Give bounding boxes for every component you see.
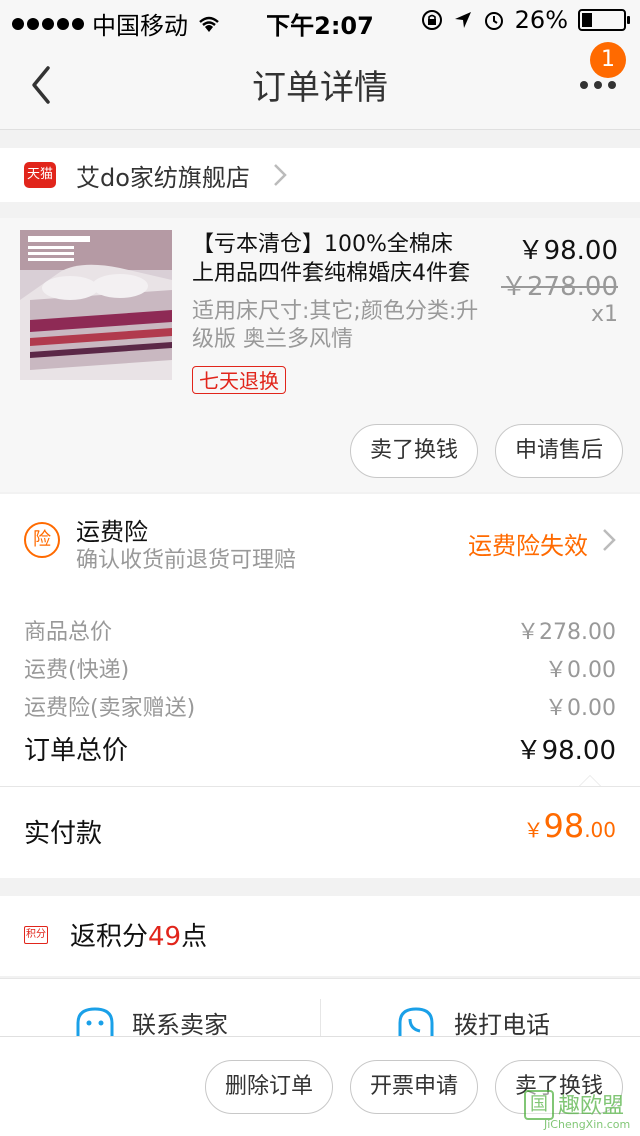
location-icon (454, 12, 471, 28)
points-row: 积分 返积分49点 (0, 896, 640, 976)
summary-label: 运费险(卖家赠送) (24, 696, 196, 721)
watermark-logo-icon: 国 (524, 1090, 554, 1120)
paid-integer: 98 (543, 807, 585, 845)
aftersale-button[interactable]: 申请售后 (495, 424, 623, 478)
insurance-subtitle: 确认收货前退货可理赔 (76, 548, 297, 573)
contact-row: 联系卖家 拨打电话 (0, 978, 640, 1059)
summary-label: 商品总价 (24, 620, 113, 645)
paid-label: 实付款 (24, 819, 103, 849)
battery-percent: 26% (514, 6, 568, 34)
product-title-line2: 上用品四件套纯棉婚庆4件套 (192, 261, 470, 286)
product-title[interactable]: 【亏本清仓】100%全棉床 上用品四件套纯棉婚庆4件套 (192, 230, 492, 288)
orientation-lock-icon (421, 10, 442, 30)
price-summary: 商品总价 ￥278.00 运费(快递) ￥0.00 运费险(卖家赠送) ￥0.0… (0, 590, 640, 787)
status-bar: 中国移动 下午2:07 26% (0, 0, 640, 40)
phone-icon (398, 1007, 434, 1037)
insurance-status: 运费险失效 (468, 532, 588, 560)
insurance-icon: 险 (24, 522, 60, 558)
invoice-request-button[interactable]: 开票申请 (350, 1060, 478, 1114)
points-prefix: 返积分 (70, 922, 149, 952)
product-thumbnail[interactable] (20, 230, 172, 380)
order-total-label: 订单总价 (24, 736, 129, 766)
paid-decimal: .00 (584, 818, 616, 842)
chevron-right-icon (274, 164, 287, 186)
bedding-image-icon (20, 230, 172, 380)
summary-row-shipping: 运费(快递) ￥0.00 (24, 652, 616, 684)
summary-value: ￥0.00 (545, 658, 616, 683)
shipping-insurance-row[interactable]: 险 运费险 确认收货前退货可理赔 运费险失效 (0, 494, 640, 590)
sell-button[interactable]: 卖了换钱 (350, 424, 478, 478)
summary-label: 运费(快递) (24, 658, 130, 683)
product-price: ￥98.00 (517, 236, 618, 266)
paid-amount: ￥98.00 (523, 807, 616, 845)
chevron-right-icon (603, 529, 616, 551)
points-text: 返积分49点 (70, 916, 207, 953)
delete-order-button[interactable]: 删除订单 (205, 1060, 333, 1114)
alarm-icon (484, 12, 503, 30)
points-number: 49 (148, 922, 182, 952)
product-spec: 适用床尺寸:其它;颜色分类:升级版 奥兰多风情 (192, 299, 479, 352)
chat-bubble-icon (76, 1007, 114, 1037)
points-suffix: 点 (181, 922, 208, 952)
product-title-line1: 【亏本清仓】100%全棉床 (192, 232, 453, 257)
navigation-bar: 订单详情 1 (0, 40, 640, 130)
paid-row: 实付款 ￥98.00 (0, 786, 640, 878)
shop-row[interactable]: 天猫 艾do家纺旗舰店 (0, 148, 640, 202)
notification-badge: 1 (590, 42, 626, 78)
call-label: 拨打电话 (454, 1011, 550, 1039)
order-total-value: ￥98.00 (515, 736, 616, 766)
call-button[interactable]: 拨打电话 (320, 979, 640, 1039)
summary-row-total: 订单总价 ￥98.00 (24, 730, 616, 767)
watermark: 国 趣欧盟 JiChengXin.com (524, 1088, 634, 1132)
quantity: x1 (590, 302, 618, 327)
original-price: ￥278.00 (501, 272, 618, 302)
contact-seller-button[interactable]: 联系卖家 (0, 979, 320, 1039)
shop-name: 艾do家纺旗舰店 (76, 164, 250, 192)
tmall-logo-icon: 天猫 (24, 162, 56, 188)
summary-row-goods: 商品总价 ￥278.00 (24, 614, 616, 646)
summary-row-insurance: 运费险(卖家赠送) ￥0.00 (24, 690, 616, 722)
bottom-action-bar: 删除订单 开票申请 卖了换钱 国 趣欧盟 JiChengXin.com (0, 1036, 640, 1136)
order-item[interactable]: 【亏本清仓】100%全棉床 上用品四件套纯棉婚庆4件套 ￥98.00 ￥278.… (0, 218, 640, 492)
paid-currency: ￥ (523, 818, 544, 842)
points-icon: 积分 (24, 926, 48, 944)
contact-seller-label: 联系卖家 (132, 1011, 228, 1039)
watermark-text: 趣欧盟 (558, 1094, 625, 1119)
page-title: 订单详情 (252, 68, 388, 108)
summary-value: ￥278.00 (517, 620, 616, 645)
watermark-url: JiChengXin.com (544, 1118, 631, 1131)
summary-value: ￥0.00 (545, 696, 616, 721)
battery-icon (578, 9, 630, 31)
seven-day-return-tag: 七天退换 (192, 366, 286, 394)
